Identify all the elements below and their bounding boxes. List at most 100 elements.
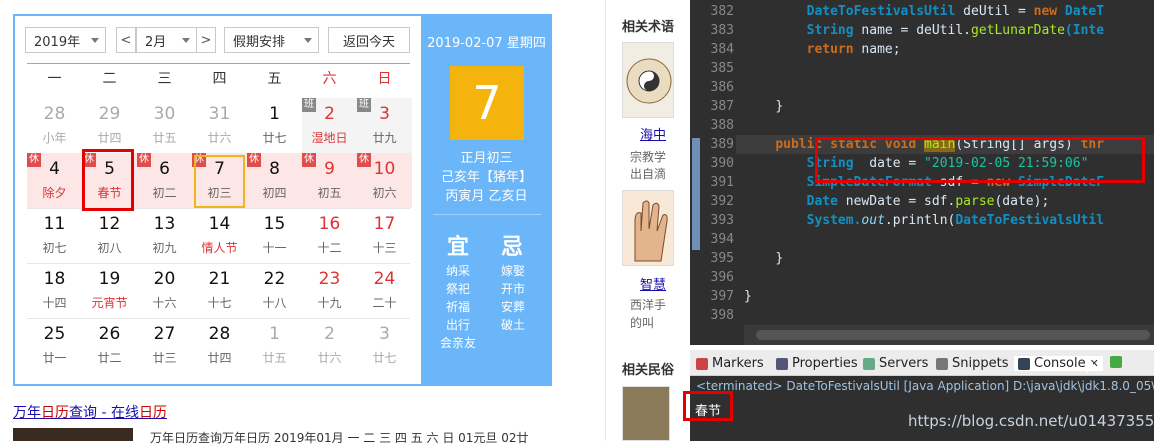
calendar-day-cell[interactable]: 13 初九 [137,208,192,263]
weekday-header: 三 [157,71,172,87]
day-number: 15 [263,214,286,234]
back-to-today-button[interactable]: 返回今天 [328,27,410,53]
calendar-day-cell[interactable]: 14 情人节 [192,208,247,263]
code-token: newDate = sdf. [837,194,956,209]
calendar-day-cell[interactable]: 16 十二 [302,208,357,263]
calendar-day-cell[interactable]: 24 二十 [357,263,412,318]
day-number: 6 [159,159,170,179]
lunar-label: 廿七 [262,131,287,145]
calendar-day-cell[interactable]: 31 廿六 [192,98,247,153]
tab-extra[interactable] [1110,356,1122,368]
line-number: 384 [710,42,734,57]
highlight-box-output [683,391,733,421]
weekday-header: 五 [267,71,282,87]
yi-heading: 宜 [447,235,470,260]
year-select-value: 2019年 [34,34,81,50]
month-select[interactable]: 2月 [136,27,197,53]
lunar-label: 廿五 [152,131,177,145]
calendar-day-cell[interactable]: 23 十九 [302,263,357,318]
calendar-day-cell[interactable]: 班 3 廿九 [357,98,412,153]
day-number: 2 [324,104,335,124]
day-number: 30 [153,104,176,124]
divider [433,214,541,215]
selected-date: 2019-02-07 星期四 [427,36,546,51]
calendar-day-cell[interactable]: 休 8 初四 [247,153,302,208]
calendar-day-cell[interactable]: 19 元宵节 [82,263,137,318]
result-thumbnail[interactable] [13,428,133,441]
calendar-day-cell[interactable]: 17 十三 [357,208,412,263]
calendar-day-cell[interactable]: 30 廿五 [137,98,192,153]
watermark: https://blog.csdn.net/u014373554 [908,412,1154,430]
calendar-day-cell[interactable]: 11 初七 [27,208,82,263]
selected-day-number: 7 [450,66,524,140]
year-select[interactable]: 2019年 [25,27,106,53]
calendar-day-cell[interactable]: 25 廿一 [27,318,82,373]
code-line-395: } [744,251,783,266]
tab-servers[interactable]: Servers [863,356,928,371]
calendar-day-cell[interactable]: 班 2 湿地日 [302,98,357,153]
related-image-1[interactable] [622,42,674,118]
related-item-2-title[interactable]: 智慧 [640,274,666,293]
calendar-day-cell[interactable]: 26 廿二 [82,318,137,373]
calendar-day-cell[interactable]: 18 十四 [27,263,82,318]
calendar-day-cell[interactable]: 休 10 初六 [357,153,412,208]
calendar-day-cell[interactable]: 休 4 除夕 [27,153,82,208]
holiday-select[interactable]: 假期安排 [224,27,319,53]
tab-label: Servers [879,356,929,371]
day-number: 25 [43,324,66,344]
line-number: 387 [710,99,734,114]
calendar-day-cell[interactable]: 21 十七 [192,263,247,318]
code-token: DateT [1057,4,1105,19]
lunar-label: 初四 [262,186,287,200]
calendar-day-cell[interactable]: 29 廿四 [82,98,137,153]
properties-icon [776,357,788,370]
lunar-label: 湿地日 [311,131,348,145]
link-part-highlight: 日历 [41,405,69,421]
lunar-label: 初九 [152,241,177,255]
search-result-link[interactable]: 万年日历查询 - 在线日历 [13,402,167,422]
tab-snippets[interactable]: Snippets [936,356,1008,371]
lunar-label: 情人节 [201,241,238,255]
lunar-label: 初六 [372,186,397,200]
calendar-day-cell[interactable]: 1 廿七 [247,98,302,153]
related-image-2[interactable] [622,190,674,266]
calendar-day-cell[interactable]: 15 十一 [247,208,302,263]
prev-month-button[interactable]: < [116,27,136,53]
line-number: 386 [710,80,734,95]
tab-properties[interactable]: Properties [776,356,858,371]
calendar-day-cell[interactable]: 休 9 初五 [302,153,357,208]
code-line-382: DateToFestivalsUtil deUtil = new DateT [744,4,1104,19]
day-number: 26 [98,324,121,344]
line-number: 385 [710,61,734,76]
code-line-384: return name; [744,42,901,57]
day-number: 11 [43,214,66,234]
chevron-down-icon [304,38,312,43]
yi-item: 会亲友 [439,336,476,350]
calendar-day-cell[interactable]: 28 廿四 [192,318,247,373]
calendar-day-cell[interactable]: 22 十八 [247,263,302,318]
yi-item: 纳采 [445,264,470,278]
weekday-header: 日 [377,71,392,87]
tab-markers[interactable]: Markers [696,356,764,371]
next-month-button[interactable]: > [196,27,216,53]
calendar-day-cell[interactable]: 1 廿五 [247,318,302,373]
scrollbar-thumb[interactable] [756,330,1150,340]
calendar-day-cell[interactable]: 28 小年 [27,98,82,153]
day-number: 28 [208,324,231,344]
day-number: 8 [269,159,280,179]
calendar-day-cell[interactable]: 12 初八 [82,208,137,263]
lunar-label: 二十 [372,296,397,310]
day-number: 14 [208,214,231,234]
related-image-3[interactable] [622,386,670,441]
calendar-day-cell[interactable]: 休 6 初二 [137,153,192,208]
selected-day-outline [194,155,245,208]
day-number: 22 [263,269,286,289]
related-item-1-title[interactable]: 海中 [640,124,666,143]
line-number: 382 [710,4,734,19]
calendar-day-cell[interactable]: 20 十六 [137,263,192,318]
tab-label: Markers [712,356,764,371]
calendar-day-cell[interactable]: 27 廿三 [137,318,192,373]
calendar-day-cell[interactable]: 3 廿七 [357,318,412,373]
calendar-day-cell[interactable]: 2 廿六 [302,318,357,373]
lunar-label: 廿六 [317,351,342,365]
